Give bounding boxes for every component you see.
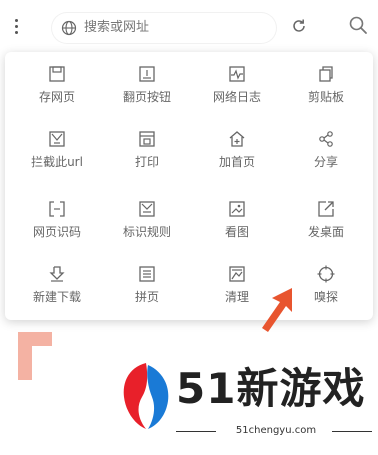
tools-menu-panel: 存网页 翻页按钮 网络日志 剪贴板 拦截此url 打印 加首页 分享 网页识码 … [5,52,373,320]
menu-item-page-buttons[interactable]: 翻页按钮 [107,52,187,112]
download-icon [49,266,65,282]
pointer-arrow-icon [262,288,292,332]
menu-item-rules[interactable]: 标识规则 [107,187,187,247]
watermark-logo-icon [123,363,169,429]
menu-item-label: 剪贴板 [307,90,344,104]
more-vertical-icon[interactable] [14,19,20,37]
watermark-divider [332,431,372,432]
menu-item-add-home[interactable]: 加首页 [197,117,277,177]
menu-item-label: 拼页 [134,290,159,304]
menu-item-share[interactable]: 分享 [286,117,366,177]
scan-code-icon [49,201,65,217]
menu-item-save-page[interactable]: 存网页 [17,52,97,112]
menu-item-label: 嗅探 [313,290,338,304]
menu-item-scan-code[interactable]: 网页识码 [17,187,97,247]
network-log-icon [229,66,245,82]
menu-item-label: 拦截此url [31,155,83,169]
address-bar[interactable]: 搜索或网址 [52,13,276,43]
menu-item-label: 打印 [134,155,159,169]
menu-item-sniff[interactable]: 嗅探 [286,252,366,312]
menu-item-send-desktop[interactable]: 发桌面 [286,187,366,247]
add-home-icon [229,131,245,147]
app-logo-icon [18,332,62,380]
rule-icon [139,201,155,217]
menu-item-block-url[interactable]: 拦截此url [17,117,97,177]
menu-item-print[interactable]: 打印 [107,117,187,177]
address-bar-placeholder: 搜索或网址 [84,20,150,35]
menu-item-merge-pages[interactable]: 拼页 [107,252,187,312]
menu-item-new-download[interactable]: 新建下载 [17,252,97,312]
print-icon [139,131,155,147]
watermark-brand: 51新游戏 [176,364,366,413]
menu-item-label: 加首页 [218,155,255,169]
clipboard-icon [319,66,333,82]
search-icon[interactable] [348,15,368,35]
menu-item-label: 网络日志 [212,90,261,104]
menu-item-label: 看图 [224,225,249,239]
menu-item-clipboard[interactable]: 剪贴板 [286,52,366,112]
menu-item-label: 标识规则 [122,225,171,239]
clean-icon [229,266,245,282]
menu-item-label: 翻页按钮 [122,90,171,104]
refresh-icon[interactable] [290,17,308,35]
menu-item-label: 分享 [313,155,338,169]
menu-item-label: 存网页 [38,90,75,104]
sniff-icon [317,265,335,283]
menu-item-label: 新建下载 [32,290,81,304]
save-icon [49,66,65,82]
image-view-icon [229,201,245,217]
block-url-icon [49,131,65,147]
globe-icon [61,20,77,36]
site-watermark: 51新游戏 51chengyu.com [112,355,378,455]
menu-item-label: 网页识码 [32,225,81,239]
merge-pages-icon [139,266,155,282]
share-icon [319,131,333,147]
menu-item-view-image[interactable]: 看图 [197,187,277,247]
send-desktop-icon [318,201,334,217]
menu-item-network-log[interactable]: 网络日志 [197,52,277,112]
browser-toolbar: 搜索或网址 [0,0,378,52]
page-button-icon [139,66,155,82]
menu-item-label: 发桌面 [307,225,344,239]
